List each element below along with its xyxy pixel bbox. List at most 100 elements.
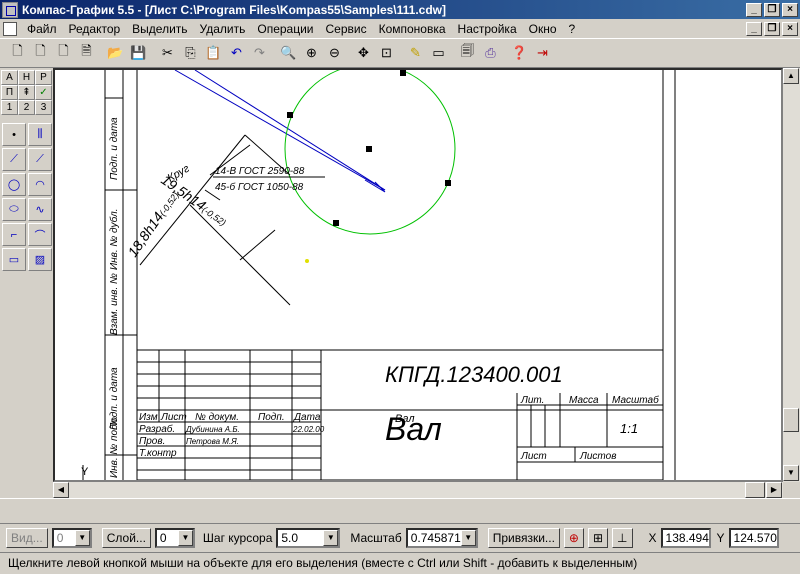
menu-operations[interactable]: Операции — [251, 22, 319, 36]
header-change: Изм — [139, 412, 158, 423]
doc-restore-button[interactable]: ❐ — [764, 21, 780, 36]
scroll-up-icon[interactable]: ▲ — [783, 68, 799, 84]
menu-editor[interactable]: Редактор — [63, 22, 127, 36]
grid-icon[interactable]: ⊞ — [587, 528, 609, 548]
layer-button[interactable]: Слой... — [101, 528, 151, 548]
chamfer-icon[interactable]: ⌐ — [2, 223, 26, 246]
side-label-sign-date-1: Подп. и дата — [109, 117, 120, 180]
paste-icon[interactable]: 📋 — [202, 42, 225, 65]
scale-value: 1:1 — [620, 421, 638, 436]
spline-icon[interactable]: ∿ — [28, 198, 52, 221]
undo-icon[interactable]: ↶ — [225, 42, 248, 65]
point-icon[interactable]: • — [2, 123, 26, 146]
rectangle-icon[interactable]: ▭ — [2, 248, 26, 271]
lit-header: Лит. — [520, 395, 544, 406]
document-icon[interactable] — [3, 21, 17, 36]
horizontal-scroll-thumb[interactable] — [745, 482, 765, 498]
ortho-icon[interactable]: ⊥ — [612, 528, 633, 548]
print-icon[interactable]: ⎙ — [479, 42, 502, 65]
pan-icon[interactable]: ✥ — [352, 42, 375, 65]
exit-icon[interactable]: ⇥ — [531, 42, 554, 65]
minimize-button[interactable]: _ — [746, 2, 762, 17]
page-2-button[interactable]: 2 — [18, 100, 35, 115]
param-mode-button[interactable]: П — [1, 85, 18, 100]
vertical-scroll-thumb[interactable] — [783, 408, 799, 432]
layer-select[interactable]: 0 ▼ — [154, 528, 195, 548]
new-sheet-icon[interactable]: 🗋 — [29, 42, 52, 65]
menu-bar: Файл Редактор Выделить Удалить Операции … — [0, 19, 800, 38]
view-select[interactable]: 0 ▼ — [51, 528, 92, 548]
menu-settings[interactable]: Настройка — [452, 22, 523, 36]
developer-name: Дубинина А.Б. — [185, 425, 240, 434]
main-toolbar: 🗋 🗋 🗋 🗎 📂 💾 ✂ ⎘ 📋 ↶ ↷ 🔍 ⊕ ⊖ ✥ ⊡ ✎ ▭ 🗐 ⎙ … — [0, 38, 800, 68]
restore-button[interactable]: ❐ — [764, 2, 780, 17]
scroll-left-icon[interactable]: ◀ — [53, 482, 69, 498]
select-mode-button[interactable]: ✓ — [35, 85, 52, 100]
help-icon[interactable]: ❓ — [508, 42, 531, 65]
status-bar: Щелкните левой кнопкой мыши на объекте д… — [0, 552, 800, 574]
zoom-out-icon[interactable]: ⊖ — [323, 42, 346, 65]
page-3-button[interactable]: 3 — [35, 100, 52, 115]
y-coord-label: Y — [716, 531, 725, 545]
sheet-label: Лист — [520, 451, 547, 462]
save-icon[interactable]: 💾 — [127, 42, 150, 65]
cursor-step-select[interactable]: 5.0 ▼ — [276, 528, 341, 548]
preview-icon[interactable]: 🗐 — [456, 42, 479, 65]
arc-icon[interactable]: ◠ — [28, 173, 52, 196]
dimension-mode-button[interactable]: Н — [18, 70, 35, 85]
x-coord-field[interactable]: 138.494 — [660, 528, 711, 548]
close-button[interactable]: × — [782, 2, 798, 17]
measure-mode-button[interactable]: ⇞ — [18, 85, 35, 100]
scroll-down-icon[interactable]: ▼ — [783, 465, 799, 481]
menu-window[interactable]: Окно — [523, 22, 563, 36]
zoom-in-icon[interactable]: ⊕ — [300, 42, 323, 65]
line-icon[interactable]: ⟋ — [28, 148, 52, 171]
hatch-icon[interactable]: ▨ — [28, 248, 52, 271]
open-icon[interactable]: 📂 — [104, 42, 127, 65]
fillet-icon[interactable]: ⌒ — [28, 223, 52, 246]
menu-file[interactable]: Файл — [21, 22, 63, 36]
zoom-icon[interactable]: 🔍 — [277, 42, 300, 65]
scroll-right-icon[interactable]: ▶ — [766, 482, 782, 498]
new-fragment-icon[interactable]: 🗋 — [52, 42, 75, 65]
zoom-fit-icon[interactable]: ⊡ — [375, 42, 398, 65]
doc-minimize-button[interactable]: _ — [746, 21, 762, 36]
y-coord-value: 124.570 — [733, 531, 777, 545]
new-text-icon[interactable]: 🗎 — [75, 42, 98, 65]
redo-icon[interactable]: ↷ — [248, 42, 271, 65]
cut-icon[interactable]: ✂ — [156, 42, 179, 65]
vertical-scrollbar[interactable]: ▲ ▼ — [783, 68, 800, 482]
horizontal-scrollbar[interactable]: ◀ ▶ — [53, 482, 783, 498]
parallel-lines-icon[interactable]: ⫼ — [28, 123, 52, 146]
snap-button[interactable]: Привязки... — [487, 528, 560, 548]
row-role-developer: Разраб. — [139, 423, 175, 435]
menu-help[interactable]: ? — [563, 22, 582, 36]
window-title: Компас-График 5.5 - [Лист C:\Program Fil… — [22, 2, 446, 17]
edit-mode-button[interactable]: Р — [35, 70, 52, 85]
scale-select[interactable]: 0.745871 ▼ — [405, 528, 478, 548]
text-mode-button[interactable]: А — [1, 70, 18, 85]
circle-icon[interactable]: ◯ — [2, 173, 26, 196]
page-1-button[interactable]: 1 — [1, 100, 18, 115]
menu-select[interactable]: Выделить — [126, 22, 193, 36]
ellipse-icon[interactable]: ⬭ — [2, 198, 26, 221]
menu-layout[interactable]: Компоновка — [373, 22, 452, 36]
view-icon[interactable]: ▭ — [427, 42, 450, 65]
gost-label-2: 45-б ГОСТ 1050-88 — [215, 181, 304, 193]
drawing-canvas[interactable]: Подп. и дата Инв. № дубл. Взам. инв. № П… — [53, 68, 783, 482]
sheets-label: Листов — [579, 451, 616, 462]
edit-icon[interactable]: ✎ — [404, 42, 427, 65]
menu-service[interactable]: Сервис — [320, 22, 373, 36]
segment-icon[interactable]: ⟋ — [2, 148, 26, 171]
menu-delete[interactable]: Удалить — [194, 22, 252, 36]
view-button[interactable]: Вид... — [6, 528, 48, 548]
header-date: Дата — [293, 412, 321, 423]
cursor-step-label: Шаг курсора — [202, 531, 273, 545]
gost-label-1: 14-В ГОСТ 2590-88 — [215, 166, 305, 177]
new-doc-icon[interactable]: 🗋 — [6, 42, 29, 65]
y-coord-field[interactable]: 124.570 — [728, 528, 779, 548]
copy-icon[interactable]: ⎘ — [179, 42, 202, 65]
doc-close-button[interactable]: × — [782, 21, 798, 36]
snap-settings-icon[interactable]: ⊕ — [563, 528, 584, 548]
scale-header: Масштаб — [612, 394, 659, 406]
